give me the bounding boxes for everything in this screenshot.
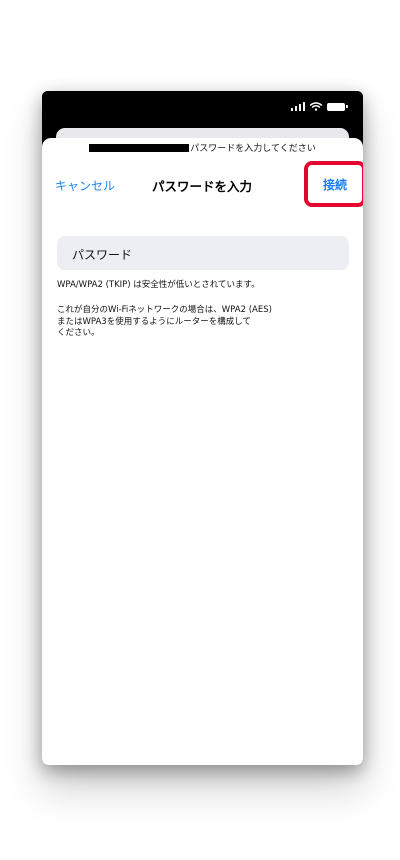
redacted-network-name bbox=[89, 144, 190, 152]
connect-button-label: 接続 bbox=[322, 177, 347, 192]
connect-button[interactable]: 接続 bbox=[304, 161, 363, 207]
page-title: パスワードを入力 bbox=[151, 179, 252, 194]
status-icons bbox=[290, 102, 348, 111]
phone-frame: パスワードを入力してください キャンセル パスワードを入力 接続 パスワード W… bbox=[42, 91, 363, 765]
password-placeholder: パスワード bbox=[72, 248, 133, 262]
network-prompt: パスワードを入力してください bbox=[42, 141, 363, 154]
cancel-button[interactable]: キャンセル bbox=[55, 177, 115, 194]
status-bar bbox=[42, 91, 363, 125]
wifi-icon bbox=[310, 102, 322, 111]
router-advice: これが自分のWi-Fiネットワークの場合は、WPA2 (AES) またはWPA3… bbox=[57, 305, 349, 340]
password-field[interactable]: パスワード bbox=[57, 236, 349, 270]
signal-icon bbox=[290, 102, 305, 111]
router-advice-line: またはWPA3を使用するようにルーターを構成して bbox=[57, 316, 251, 327]
password-sheet: パスワードを入力してください キャンセル パスワードを入力 接続 パスワード W… bbox=[42, 138, 363, 765]
battery-icon bbox=[327, 102, 348, 111]
router-advice-line: これが自分のWi-Fiネットワークの場合は、WPA2 (AES) bbox=[57, 305, 272, 315]
prompt-text: パスワードを入力してください bbox=[190, 144, 316, 154]
security-warning: WPA/WPA2 (TKIP) は安全性が低いとされています。 bbox=[57, 280, 260, 290]
router-advice-line: ください。 bbox=[57, 328, 100, 338]
